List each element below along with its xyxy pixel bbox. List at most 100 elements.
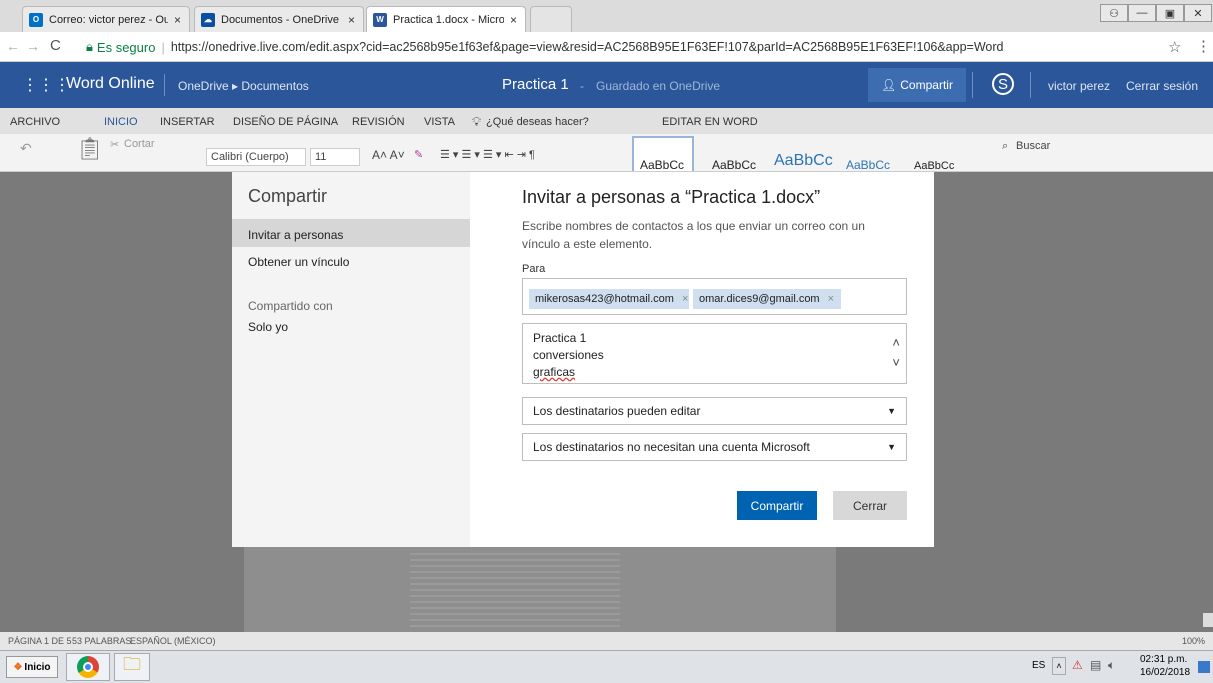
close-window-button[interactable]: ✕: [1184, 4, 1212, 22]
address-bar: ← → C 🔒︎ Es seguro | https://onedrive.li…: [0, 32, 1213, 62]
recipient-chip: omar.dices9@gmail.com ×: [693, 289, 841, 309]
bullets-icon[interactable]: ☰ ▾ ☰ ▾ ☰ ▾ ⇤ ⇥ ¶: [440, 148, 535, 161]
app-launcher-icon[interactable]: ⋮⋮⋮: [22, 75, 70, 95]
language-indicator[interactable]: ES: [1032, 660, 1045, 671]
status-bar: PÁGINA 1 DE 5 53 PALABRAS ESPAÑOL (MÉXIC…: [0, 632, 1213, 650]
account-select[interactable]: Los destinatarios no necesitan una cuent…: [522, 433, 907, 461]
close-tab-icon[interactable]: ×: [510, 13, 517, 27]
nav-get-link[interactable]: Obtener un vínculo: [248, 255, 349, 269]
close-button-label: Cerrar: [852, 498, 887, 513]
taskbar: ❖ Inicio 🗀 ES ˄ ⚠ ▤ 🔈︎ 02:31 p.m. 16/02/…: [0, 650, 1213, 683]
clock-date[interactable]: 16/02/2018: [1140, 667, 1190, 678]
tab-insertar[interactable]: INSERTAR: [160, 116, 215, 128]
style-nospacing[interactable]: AaBbCc: [712, 158, 756, 171]
recipient-email: omar.dices9@gmail.com: [699, 293, 820, 305]
chrome-taskbar-button[interactable]: [66, 653, 110, 681]
nav-invite-people[interactable]: Invitar a personas: [232, 219, 470, 247]
tell-me-field[interactable]: ¿Qué deseas hacer?: [486, 116, 589, 128]
word-icon: W: [373, 12, 387, 27]
remove-recipient-icon[interactable]: ×: [828, 293, 834, 305]
clear-format-icon[interactable]: ✎: [414, 148, 423, 161]
message-line: Practica 1: [533, 331, 587, 345]
skype-icon[interactable]: S: [992, 73, 1014, 95]
search-icon: ⌕: [1002, 140, 1009, 152]
cut-icon: ✂: [110, 139, 120, 151]
tab-onedrive[interactable]: ☁ Documentos - OneDrive ×: [194, 6, 364, 32]
remove-recipient-icon[interactable]: ×: [682, 293, 688, 305]
word-count: 53 PALABRAS: [72, 636, 132, 646]
tab-archivo[interactable]: ARCHIVO: [10, 116, 60, 128]
dialog-nav-title: Compartir: [248, 186, 328, 206]
scroll-down-button[interactable]: [1203, 613, 1213, 627]
share-dialog-content: Invitar a personas a “Practica 1.docx” E…: [470, 172, 934, 547]
style-normal[interactable]: AaBbCc: [640, 158, 684, 171]
monitor-icon[interactable]: ▤: [1090, 658, 1101, 672]
clock-time[interactable]: 02:31 p.m.: [1140, 654, 1187, 665]
share-button[interactable]: Compartir: [737, 491, 817, 520]
style-heading2[interactable]: AaBbCc: [846, 158, 890, 171]
document-page: [244, 547, 836, 632]
close-tab-icon[interactable]: ×: [174, 13, 181, 27]
grow-font-icon[interactable]: A˄ A˅: [372, 148, 405, 162]
close-button[interactable]: Cerrar: [833, 491, 907, 520]
zoom-level[interactable]: 100%: [1182, 636, 1205, 646]
tab-title: Documentos - OneDrive: [221, 13, 339, 26]
font-name-select[interactable]: Calibri (Cuerpo): [206, 148, 306, 166]
permission-select[interactable]: Los destinatarios pueden editar ▼: [522, 397, 907, 425]
edit-in-word-button[interactable]: EDITAR EN WORD: [662, 116, 758, 128]
page-count: PÁGINA 1 DE 5: [8, 636, 72, 646]
menu-icon[interactable]: ⋮: [1196, 37, 1211, 55]
close-tab-icon[interactable]: ×: [348, 13, 355, 27]
maximize-button[interactable]: ▣: [1156, 4, 1184, 22]
style-title[interactable]: AaBbCc: [914, 160, 954, 171]
volume-icon[interactable]: 🔈︎: [1108, 658, 1115, 673]
show-desktop-button[interactable]: [1198, 661, 1210, 673]
start-button[interactable]: ❖ Inicio: [6, 656, 58, 678]
user-name[interactable]: victor perez: [1048, 79, 1110, 93]
share-dialog-nav: Compartir Invitar a personas Obtener un …: [232, 172, 470, 547]
network-icon[interactable]: ⚠: [1072, 658, 1083, 672]
message-textarea[interactable]: Practica 1 conversiones graficas ˄ ˅: [522, 323, 907, 384]
lightbulb-icon: 💡︎: [472, 114, 482, 129]
add-person-icon: 👤︎: [881, 78, 897, 92]
lock-icon: 🔒︎: [86, 39, 93, 54]
account-value: Los destinatarios no necesitan una cuent…: [533, 440, 810, 454]
recipient-email: mikerosas423@hotmail.com: [535, 293, 674, 305]
app-name[interactable]: Word Online: [66, 75, 155, 93]
browser-tab-strip: O Correo: victor perez - Outlo × ☁ Docum…: [0, 0, 1213, 32]
share-button-label: Compartir: [750, 498, 804, 513]
url-field[interactable]: 🔒︎ Es seguro | https://onedrive.live.com…: [86, 36, 1196, 58]
show-hidden-icons[interactable]: ˄: [1052, 657, 1066, 675]
back-icon[interactable]: ←: [6, 38, 20, 54]
tab-inicio[interactable]: INICIO: [104, 116, 138, 128]
start-label: Inicio: [24, 661, 51, 673]
paste-icon[interactable]: 📋︎: [76, 136, 104, 162]
new-tab-button[interactable]: [530, 6, 572, 32]
scroll-down-icon[interactable]: ˅: [892, 354, 900, 371]
signout-link[interactable]: Cerrar sesión: [1126, 79, 1198, 93]
recipients-field[interactable]: mikerosas423@hotmail.com × omar.dices9@g…: [522, 278, 907, 315]
profile-icon[interactable]: ⚇: [1100, 4, 1128, 22]
minimize-button[interactable]: —: [1128, 4, 1156, 22]
tab-vista[interactable]: VISTA: [424, 116, 455, 128]
style-heading1[interactable]: AaBbCc: [774, 152, 833, 170]
search-button[interactable]: Buscar: [1016, 140, 1050, 152]
reload-icon[interactable]: C: [50, 37, 61, 54]
forward-icon[interactable]: →: [26, 38, 40, 54]
tab-word[interactable]: W Practica 1.docx - Microsoft ×: [366, 6, 526, 32]
cut-button[interactable]: Cortar: [124, 138, 155, 150]
file-explorer-taskbar-button[interactable]: 🗀: [114, 653, 150, 681]
document-title[interactable]: Practica 1: [502, 76, 569, 93]
share-header-button[interactable]: 👤︎ Compartir: [868, 68, 966, 102]
tab-outlook[interactable]: O Correo: victor perez - Outlo ×: [22, 6, 190, 32]
undo-icon[interactable]: ↶: [20, 140, 32, 157]
font-size-select[interactable]: 11: [310, 148, 360, 166]
bookmark-star-icon[interactable]: ☆: [1168, 38, 1181, 56]
tab-revision[interactable]: REVISIÓN: [352, 116, 405, 128]
outlook-icon: O: [29, 12, 43, 27]
ribbon-toolbar: ↶ 📋︎ ✂ Cortar Calibri (Cuerpo) 11 A˄ A˅ …: [0, 134, 1213, 172]
language[interactable]: ESPAÑOL (MÉXICO): [130, 636, 216, 646]
tab-diseno[interactable]: DISEÑO DE PÁGINA: [233, 116, 338, 128]
breadcrumb[interactable]: OneDrive ▸ Documentos: [178, 79, 309, 93]
scroll-up-icon[interactable]: ˄: [892, 334, 900, 351]
